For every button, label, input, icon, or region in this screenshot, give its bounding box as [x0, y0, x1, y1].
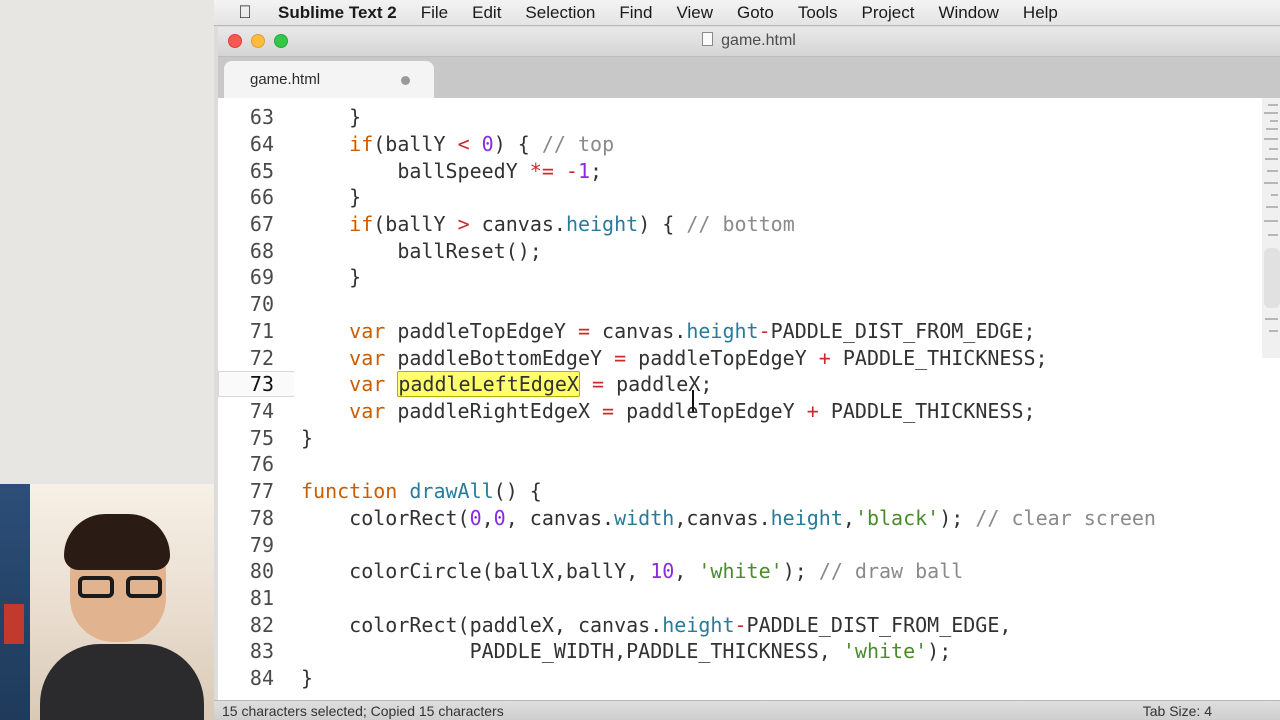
window-title-text: game.html — [721, 32, 796, 49]
menu-help[interactable]: Help — [1011, 3, 1070, 23]
unsaved-dot-icon[interactable] — [401, 76, 410, 85]
line-number: 76 — [249, 452, 274, 476]
code-line[interactable]: ballReset(); — [301, 238, 542, 264]
code-line[interactable]: var paddleTopEdgeY = canvas.height-PADDL… — [301, 318, 1035, 344]
line-number: 70 — [249, 292, 274, 316]
line-number: 69 — [249, 265, 274, 289]
menu-selection[interactable]: Selection — [513, 3, 607, 23]
menu-edit[interactable]: Edit — [460, 3, 513, 23]
minimap-line — [1264, 182, 1278, 184]
line-number: 64 — [249, 132, 274, 156]
status-bar: 15 characters selected; Copied 15 charac… — [214, 700, 1280, 720]
menu-file[interactable]: File — [409, 3, 460, 23]
tab-label: game.html — [250, 71, 321, 88]
line-number: 66 — [249, 185, 274, 209]
line-number: 84 — [249, 666, 274, 690]
document-icon — [702, 32, 714, 46]
line-number: 71 — [249, 319, 274, 343]
line-number: 75 — [249, 426, 274, 450]
code-line[interactable]: } — [301, 104, 361, 130]
code-line[interactable]: colorRect(0,0, canvas.width,canvas.heigh… — [301, 505, 1156, 531]
minimap-line — [1264, 138, 1278, 140]
minimap-line — [1264, 112, 1278, 114]
code-line[interactable]: function drawAll() { — [301, 478, 542, 504]
code-line[interactable]: var paddleRightEdgeX = paddleTopEdgeY + … — [301, 398, 1035, 424]
minimap-line — [1269, 148, 1278, 150]
minimap-line — [1267, 170, 1278, 172]
minimap[interactable] — [1262, 98, 1280, 358]
code-editor[interactable]: 63 64 65 66 67 68 69 70 71 72 73 74 75 7… — [218, 98, 1280, 700]
line-number: 83 — [249, 639, 274, 663]
line-number: 81 — [249, 586, 274, 610]
minimap-viewport-indicator[interactable] — [1264, 248, 1280, 308]
minimap-line — [1264, 220, 1278, 222]
minimap-line — [1268, 234, 1278, 236]
status-message: 15 characters selected; Copied 15 charac… — [222, 702, 504, 719]
window-title: game.html — [218, 32, 1280, 50]
line-number: 65 — [249, 159, 274, 183]
menu-goto[interactable]: Goto — [725, 3, 786, 23]
presenter-hair — [64, 514, 170, 570]
webcam-background-shelf — [0, 484, 30, 720]
presenter-body — [40, 644, 204, 720]
tab-bar: game.html — [218, 57, 1280, 98]
line-number: 79 — [249, 533, 274, 557]
line-number: 78 — [249, 506, 274, 530]
line-number-gutter: 63 64 65 66 67 68 69 70 71 72 73 74 75 7… — [218, 98, 298, 700]
webcam-background-object — [4, 604, 24, 644]
line-number: 74 — [249, 399, 274, 423]
webcam-overlay — [0, 484, 214, 720]
menu-view[interactable]: View — [664, 3, 725, 23]
code-line[interactable]: var paddleBottomEdgeY = paddleTopEdgeY +… — [301, 345, 1047, 371]
code-line[interactable]: if(ballY < 0) { // top — [301, 131, 614, 157]
code-line[interactable]: colorCircle(ballX,ballY, 10, 'white'); /… — [301, 558, 963, 584]
minimap-line — [1265, 158, 1278, 160]
code-line[interactable]: } — [301, 184, 361, 210]
line-number: 80 — [249, 559, 274, 583]
presenter-glasses — [78, 576, 164, 598]
minimap-line — [1266, 206, 1278, 208]
menu-window[interactable]: Window — [926, 3, 1010, 23]
line-number: 82 — [249, 613, 274, 637]
minimap-line — [1265, 318, 1278, 320]
menu-bar:  Sublime Text 2 File Edit Selection Fin… — [214, 0, 1280, 26]
tab-game-html[interactable]: game.html — [224, 61, 434, 98]
line-number: 63 — [249, 105, 274, 129]
line-number: 68 — [249, 239, 274, 263]
minimap-line — [1270, 120, 1278, 122]
line-number: 72 — [249, 346, 274, 370]
menu-project[interactable]: Project — [850, 3, 927, 23]
app-menu[interactable]: Sublime Text 2 — [276, 3, 409, 23]
code-line[interactable]: PADDLE_WIDTH,PADDLE_THICKNESS, 'white'); — [301, 638, 952, 664]
code-line[interactable]: colorRect(paddleX, canvas.height-PADDLE_… — [301, 612, 1011, 638]
code-line[interactable]: if(ballY > canvas.height) { // bottom — [301, 211, 795, 237]
minimap-line — [1268, 104, 1278, 106]
code-line[interactable]: } — [301, 264, 361, 290]
line-number-active: 73 — [249, 372, 274, 396]
minimap-line — [1271, 194, 1278, 196]
menu-find[interactable]: Find — [607, 3, 664, 23]
mouse-ibeam-cursor — [692, 390, 694, 412]
window-title-bar: game.html — [218, 27, 1280, 57]
code-line[interactable]: } — [301, 665, 313, 691]
line-number: 67 — [249, 212, 274, 236]
menu-tools[interactable]: Tools — [786, 3, 850, 23]
minimap-line — [1269, 330, 1278, 332]
tab-size-indicator[interactable]: Tab Size: 4 — [1143, 703, 1212, 719]
code-line-active[interactable]: var paddleLeftEdgeX = paddleX; — [301, 371, 712, 397]
code-line[interactable]: ballSpeedY *= -1; — [301, 158, 602, 184]
line-number: 77 — [249, 479, 274, 503]
apple-icon[interactable]:  — [214, 2, 276, 23]
minimap-line — [1266, 128, 1278, 130]
code-line[interactable]: } — [301, 425, 313, 451]
